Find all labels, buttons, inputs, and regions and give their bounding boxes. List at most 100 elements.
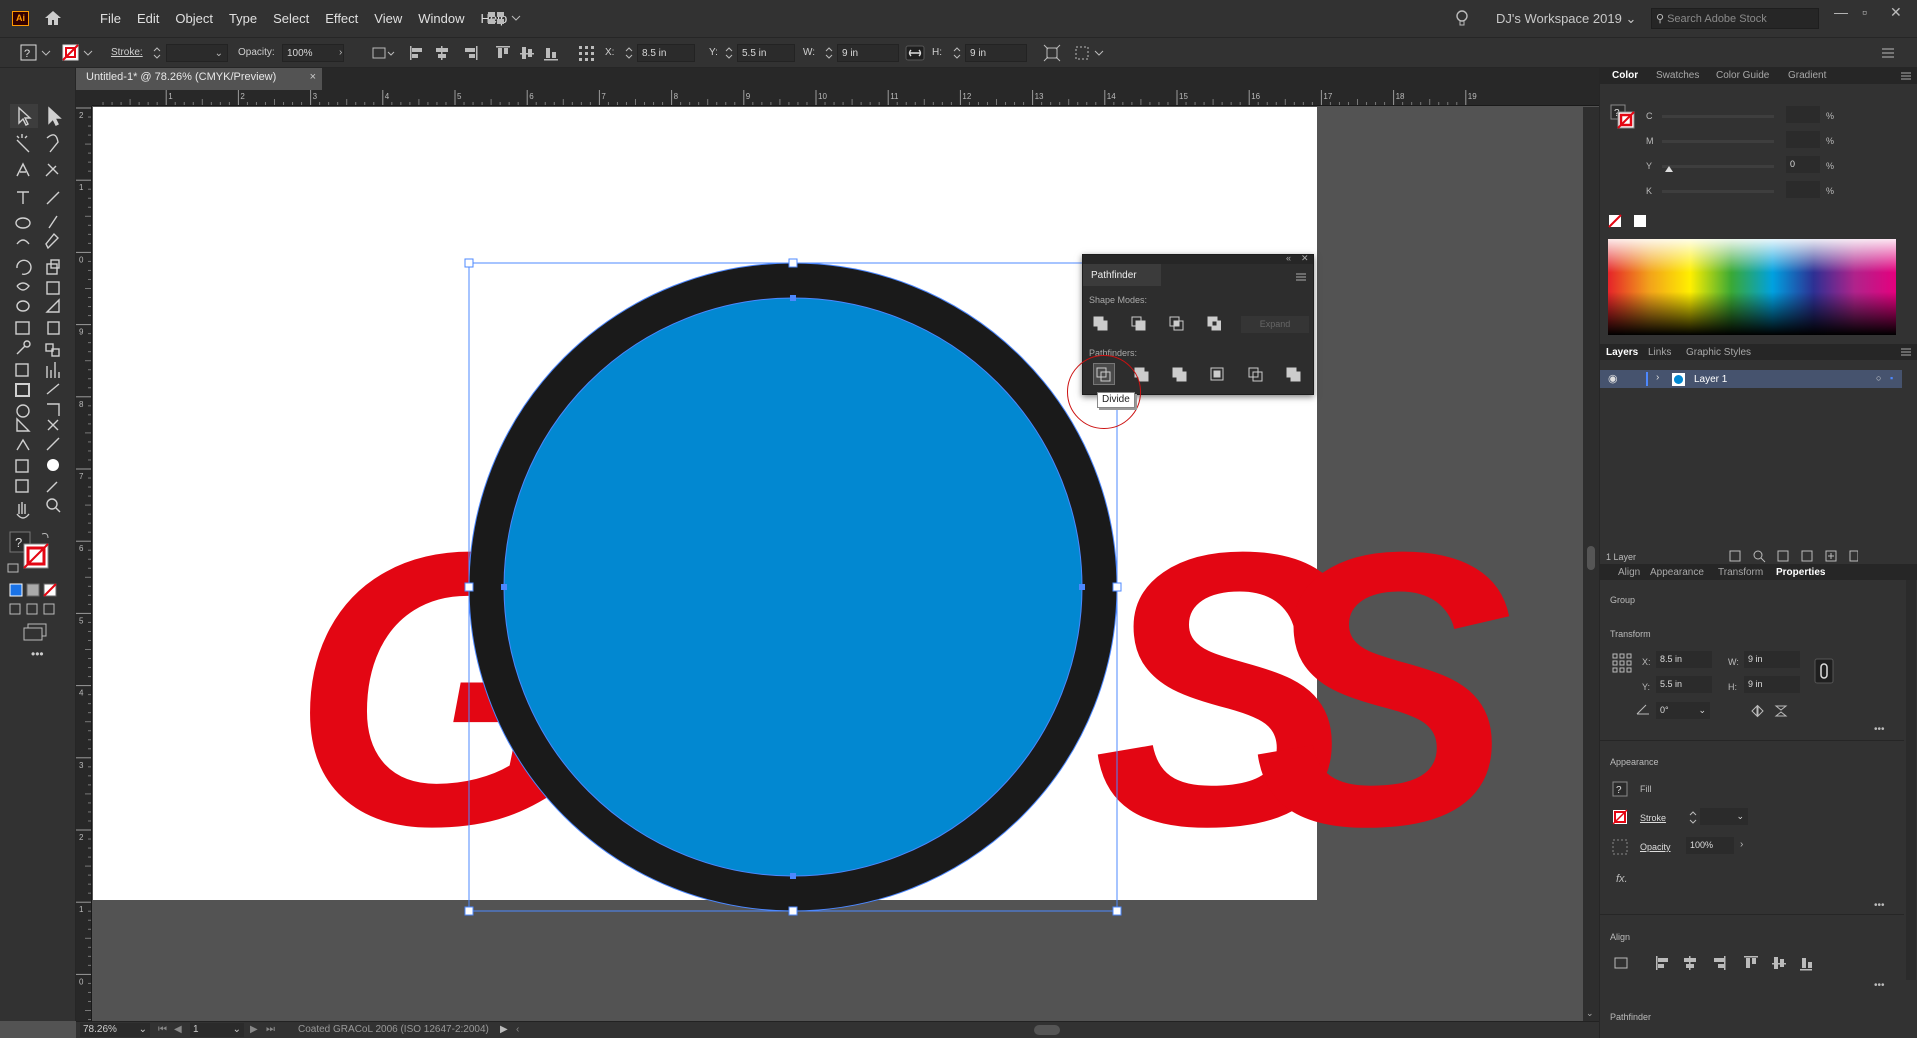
stroke-label[interactable]: Stroke: xyxy=(111,47,143,58)
previous-artboard-icon[interactable]: ◀ xyxy=(174,1024,182,1035)
opacity-more-arrow-icon[interactable]: › xyxy=(1740,839,1743,850)
menu-type[interactable]: Type xyxy=(221,0,265,37)
tab-color[interactable]: Color xyxy=(1612,70,1638,81)
w-field[interactable]: 9 in xyxy=(837,44,899,62)
x-field[interactable]: 8.5 in xyxy=(637,44,695,62)
effects-icon[interactable]: fx. xyxy=(1616,873,1628,885)
workspace-switcher[interactable]: DJ's Workspace 2019 ⌄ xyxy=(1496,0,1636,37)
prop-w-field[interactable]: 9 in xyxy=(1744,651,1800,668)
menu-object[interactable]: Object xyxy=(167,0,221,37)
tab-appearance[interactable]: Appearance xyxy=(1650,567,1704,578)
last-artboard-icon[interactable]: ⏭ xyxy=(266,1024,275,1035)
no-selection-icon[interactable]: ? xyxy=(20,44,56,62)
prop-x-field[interactable]: 8.5 in xyxy=(1656,651,1712,668)
align-buttons[interactable] xyxy=(1612,954,1812,972)
minimize-icon[interactable]: — xyxy=(1834,4,1848,20)
layer-target-icon[interactable]: ○ xyxy=(1876,373,1881,383)
visibility-eye-icon[interactable]: ◉ xyxy=(1608,372,1618,385)
layers-scrollbar[interactable] xyxy=(1600,388,1612,548)
constrain-proportions-icon[interactable] xyxy=(905,44,925,62)
h-field[interactable]: 9 in xyxy=(965,44,1027,62)
close-window-icon[interactable]: ✕ xyxy=(1890,4,1902,21)
tab-gradient[interactable]: Gradient xyxy=(1788,70,1826,81)
stroke-weight-field[interactable]: ⌄ xyxy=(166,44,228,62)
tab-align[interactable]: Align xyxy=(1618,567,1640,578)
lightbulb-icon[interactable] xyxy=(1455,10,1469,28)
menu-window[interactable]: Window xyxy=(410,0,472,37)
channel-m-slider[interactable] xyxy=(1662,140,1774,143)
menu-select[interactable]: Select xyxy=(265,0,317,37)
menu-file[interactable]: File xyxy=(92,0,129,37)
h-stepper-icon[interactable] xyxy=(952,44,962,62)
channel-c-field[interactable] xyxy=(1786,106,1820,123)
x-stepper-icon[interactable] xyxy=(624,44,634,62)
reference-point-grid-icon[interactable] xyxy=(1612,653,1632,673)
channel-m-field[interactable] xyxy=(1786,131,1820,148)
maximize-icon[interactable]: ▫ xyxy=(1862,4,1867,20)
channel-y-slider[interactable] xyxy=(1662,165,1774,168)
constrain-link-icon[interactable] xyxy=(1814,658,1834,684)
vertical-scrollbar[interactable]: ⌄ xyxy=(1583,107,1599,1021)
align-to-icon[interactable] xyxy=(370,44,396,62)
menu-edit[interactable]: Edit xyxy=(129,0,167,37)
artboard-field[interactable]: 1 ⌄ xyxy=(190,1023,244,1037)
stroke-stepper-icon[interactable] xyxy=(152,44,162,62)
menu-view[interactable]: View xyxy=(366,0,410,37)
opacity-label[interactable]: Opacity: xyxy=(238,47,275,58)
document-tab[interactable]: Untitled-1* @ 78.26% (CMYK/Preview) × xyxy=(76,68,322,90)
reference-point-icon[interactable] xyxy=(577,44,597,62)
none-white-swatches[interactable] xyxy=(1608,214,1648,228)
scroll-left-icon[interactable]: ‹ xyxy=(516,1024,519,1035)
close-panel-icon[interactable]: ✕ xyxy=(1301,253,1309,264)
channel-c-slider[interactable] xyxy=(1662,115,1774,118)
stock-search-input[interactable]: ⚲ Search Adobe Stock xyxy=(1651,8,1819,29)
scroll-down-icon[interactable]: ⌄ xyxy=(1586,1008,1594,1019)
pathfinder-tab[interactable]: Pathfinder xyxy=(1083,264,1161,286)
expand-button[interactable]: Expand xyxy=(1241,316,1309,333)
w-stepper-icon[interactable] xyxy=(824,44,834,62)
channel-k-field[interactable] xyxy=(1786,181,1820,198)
tab-links[interactable]: Links xyxy=(1648,347,1671,358)
prop-y-field[interactable]: 5.5 in xyxy=(1656,676,1712,693)
home-icon[interactable] xyxy=(44,10,62,26)
rotate-field[interactable]: 0° ⌄ xyxy=(1656,702,1710,719)
stroke-color-icon[interactable] xyxy=(62,44,98,62)
layer-row[interactable]: ◉ › Layer 1 ○ ▪ xyxy=(1600,370,1902,388)
circle-fill[interactable] xyxy=(504,298,1082,876)
channel-y-field[interactable]: 0 xyxy=(1786,156,1820,173)
align-more-icon[interactable]: ••• xyxy=(1874,980,1885,991)
tab-transform[interactable]: Transform xyxy=(1718,567,1763,578)
horizontal-scroll-thumb[interactable] xyxy=(1034,1025,1060,1035)
tab-properties[interactable]: Properties xyxy=(1776,567,1825,578)
letter-s-2[interactable]: S xyxy=(1253,471,1515,907)
canvas-area[interactable]: G O S S xyxy=(93,107,1599,1021)
shape-mode-buttons[interactable] xyxy=(1091,315,1221,333)
align-icons[interactable] xyxy=(408,44,558,62)
control-bar-menu-icon[interactable] xyxy=(1880,44,1896,62)
opacity-field[interactable]: 100% xyxy=(282,44,344,62)
next-artboard-icon[interactable]: ▶ xyxy=(250,1024,258,1035)
color-spectrum[interactable] xyxy=(1608,239,1896,335)
stroke-link[interactable]: Stroke xyxy=(1640,813,1666,823)
status-menu-icon[interactable]: ▶ xyxy=(500,1024,508,1035)
layer-name[interactable]: Layer 1 xyxy=(1694,374,1727,385)
fill-swatch-icon[interactable]: ? xyxy=(1612,781,1628,797)
tab-color-guide[interactable]: Color Guide xyxy=(1716,70,1769,81)
first-artboard-icon[interactable]: ⏮ xyxy=(158,1024,167,1035)
layer-selected-icon[interactable]: ▪ xyxy=(1890,373,1893,383)
channel-k-slider[interactable] xyxy=(1662,190,1774,193)
close-tab-icon[interactable]: × xyxy=(310,71,316,83)
stroke-weight-input[interactable]: ⌄ xyxy=(1700,808,1748,825)
color-panel-menu-icon[interactable] xyxy=(1900,72,1912,81)
opacity-input[interactable]: 100% xyxy=(1686,837,1734,854)
layers-footer-icons[interactable] xyxy=(1728,548,1858,564)
zoom-field[interactable]: 78.26% ⌄ xyxy=(80,1023,150,1037)
prop-h-field[interactable]: 9 in xyxy=(1744,676,1800,693)
opacity-swatch-icon[interactable] xyxy=(1612,839,1628,855)
artwork[interactable]: G O S S xyxy=(93,107,1599,1021)
y-field[interactable]: 5.5 in xyxy=(737,44,795,62)
y-stepper-icon[interactable] xyxy=(724,44,734,62)
tab-swatches[interactable]: Swatches xyxy=(1656,70,1699,81)
tool-icons[interactable]: ? ••• xyxy=(0,68,76,828)
collapse-panel-icon[interactable]: « xyxy=(1286,253,1291,263)
